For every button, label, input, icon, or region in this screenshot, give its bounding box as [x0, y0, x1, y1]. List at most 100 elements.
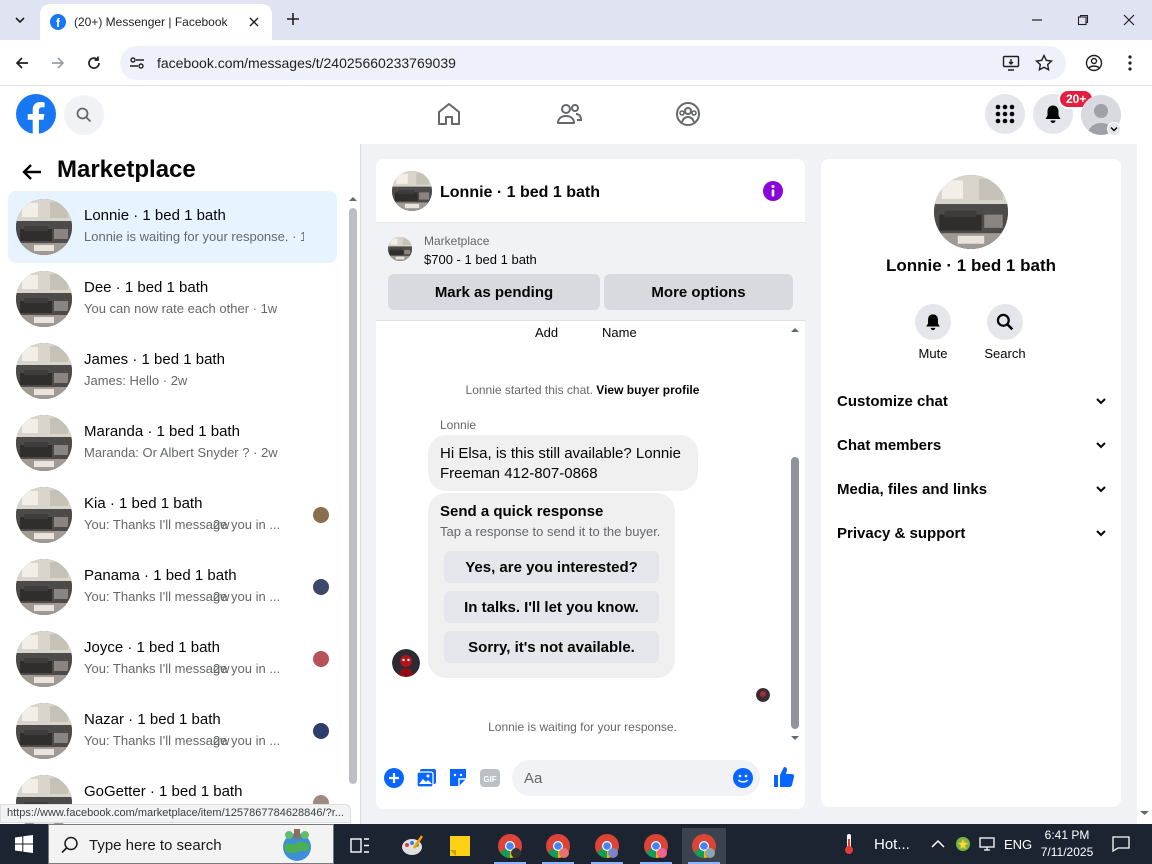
taskbar-search-box[interactable]: Type here to search — [48, 824, 334, 864]
clock-date: 7/11/2025 — [1040, 845, 1094, 859]
message-thread: Add Name Lonnie started this chat. View … — [376, 321, 805, 749]
quick-reply-not-available-button[interactable]: Sorry, it's not available. — [444, 631, 659, 663]
chat-header: Lonnie · 1 bed 1 bath — [376, 159, 805, 223]
chrome-profile-1-icon[interactable] — [488, 828, 532, 864]
add-plus-icon[interactable] — [383, 767, 405, 789]
profile-icon[interactable] — [1082, 51, 1106, 75]
thumbs-up-icon[interactable] — [772, 765, 796, 789]
info-icon[interactable] — [763, 181, 783, 201]
paint-app-icon[interactable] — [390, 828, 434, 864]
mark-as-pending-button[interactable]: Mark as pending — [388, 274, 600, 310]
address-bar[interactable]: facebook.com/messages/t/2402566023376903… — [120, 46, 1066, 80]
conversation-item[interactable]: Joyce · 1 bed 1 bath You: Thanks I'll mes… — [8, 623, 337, 695]
message-input[interactable] — [512, 760, 760, 796]
conversation-time: · 2w — [205, 589, 230, 604]
mute-action[interactable]: Mute — [903, 304, 963, 361]
back-arrow-icon[interactable] — [10, 51, 34, 75]
conversation-item[interactable]: Dee · 1 bed 1 bath You can now rate each … — [8, 263, 337, 335]
close-window-icon[interactable] — [1117, 8, 1141, 32]
preview-text: Lonnie is waiting for your response. · 1… — [84, 229, 304, 244]
listing-avatar[interactable] — [392, 171, 432, 211]
windows-start-icon[interactable] — [0, 824, 48, 864]
listing-title[interactable]: $700 - 1 bed 1 bath — [424, 252, 537, 267]
incoming-message-bubble[interactable]: Hi Elsa, is this still available? Lonnie… — [428, 435, 698, 491]
sender-avatar[interactable] — [392, 649, 420, 677]
chrome-active-window-icon[interactable] — [682, 828, 726, 864]
task-view-icon[interactable] — [338, 828, 382, 864]
new-tab-plus-icon[interactable] — [282, 8, 304, 30]
message-composer: GIF — [376, 757, 805, 801]
show-hidden-icons-chevron-icon[interactable] — [931, 824, 945, 864]
more-options-button[interactable]: More options — [604, 274, 793, 310]
gif-icon[interactable]: GIF — [479, 767, 501, 789]
menu-grid-icon[interactable] — [985, 94, 1025, 134]
chat-members-row[interactable]: Chat members — [837, 433, 1107, 457]
media-files-links-row[interactable]: Media, files and links — [837, 477, 1107, 501]
chrome-profile-2-icon[interactable] — [536, 828, 580, 864]
taskbar-clock[interactable]: 6:41 PM 7/11/2025 — [1032, 827, 1102, 861]
search-action[interactable]: Search — [975, 304, 1035, 361]
tab-search-chevron-icon[interactable] — [6, 8, 34, 32]
browser-menu-icon[interactable] — [1118, 51, 1142, 75]
home-icon[interactable] — [435, 100, 463, 128]
install-app-icon[interactable] — [1002, 54, 1020, 72]
search-icon[interactable] — [987, 304, 1023, 340]
photo-gallery-icon[interactable] — [416, 767, 438, 789]
listing-thumbnail[interactable] — [388, 237, 412, 261]
minimize-window-icon[interactable] — [1025, 8, 1049, 32]
back-arrow-icon[interactable] — [20, 160, 44, 184]
quick-reply-in-talks-button[interactable]: In talks. I'll let you know. — [444, 591, 659, 623]
chrome-profile-3-icon[interactable] — [585, 828, 629, 864]
notification-center-icon[interactable] — [1112, 824, 1130, 864]
chat-scrollbar[interactable] — [789, 325, 801, 745]
listing-thumbnail — [16, 487, 72, 543]
chat-title[interactable]: Lonnie · 1 bed 1 bath — [440, 184, 600, 202]
conversation-item[interactable]: Lonnie · 1 bed 1 bath Lonnie is waiting f… — [8, 191, 337, 263]
view-buyer-profile-link[interactable]: View buyer profile — [596, 383, 699, 397]
preview-text: James: Hello · 2w — [84, 373, 188, 388]
sender-name: Lonnie — [440, 418, 477, 432]
friends-icon[interactable] — [555, 100, 583, 128]
security-app-tray-icon[interactable] — [955, 824, 971, 864]
sidebar-scrollbar-thumb[interactable] — [349, 208, 357, 784]
chrome-profile-4-icon[interactable] — [634, 828, 678, 864]
chat-scrollbar-thumb[interactable] — [791, 457, 799, 729]
language-indicator[interactable]: ENG — [1004, 824, 1032, 864]
conversation-item[interactable]: Kia · 1 bed 1 bath You: Thanks I'll messa… — [8, 479, 337, 551]
conversation-preview: Lonnie is waiting for your response. · 1… — [84, 229, 304, 244]
site-info-icon[interactable] — [128, 54, 146, 72]
page-scrollbar[interactable] — [1137, 144, 1152, 824]
forward-arrow-icon[interactable] — [46, 51, 70, 75]
sticky-notes-icon[interactable] — [438, 828, 482, 864]
marketplace-conversation-sidebar: Marketplace Lonnie · 1 bed 1 bath Lonnie … — [0, 144, 361, 824]
listing-profile-photo[interactable] — [934, 175, 1008, 249]
facebook-logo-icon[interactable] — [16, 94, 56, 134]
sticker-icon[interactable] — [447, 767, 469, 789]
customize-chat-label: Customize chat — [837, 392, 948, 410]
sidebar-scrollbar[interactable] — [347, 192, 357, 824]
sidebar-title: Marketplace — [57, 156, 196, 183]
account-chevron-down-icon[interactable] — [1107, 122, 1121, 136]
restore-window-icon[interactable] — [1071, 8, 1095, 32]
conversation-item[interactable]: Maranda · 1 bed 1 bath Maranda: Or Albert… — [8, 407, 337, 479]
link-status-url: https://www.facebook.com/marketplace/ite… — [0, 804, 351, 823]
weather-widget[interactable]: Hot... — [842, 824, 910, 864]
bell-icon[interactable] — [915, 304, 951, 340]
listing-thumbnail — [16, 343, 72, 399]
listing-thumbnail — [16, 631, 72, 687]
conversation-item[interactable]: Nazar · 1 bed 1 bath You: Thanks I'll mes… — [8, 695, 337, 767]
privacy-support-row[interactable]: Privacy & support — [837, 521, 1107, 545]
groups-icon[interactable] — [674, 100, 702, 128]
network-icon[interactable] — [978, 824, 996, 864]
quick-response-title: Send a quick response — [440, 503, 604, 520]
reload-icon[interactable] — [82, 51, 106, 75]
customize-chat-row[interactable]: Customize chat — [837, 389, 1107, 413]
facebook-search-icon[interactable] — [64, 95, 104, 135]
conversation-item[interactable]: Panama · 1 bed 1 bath You: Thanks I'll me… — [8, 551, 337, 623]
quick-reply-yes-button[interactable]: Yes, are you interested? — [444, 551, 659, 583]
emoji-icon[interactable] — [732, 767, 754, 789]
conversation-item[interactable]: James · 1 bed 1 bath James: Hello · 2w — [8, 335, 337, 407]
bookmark-star-icon[interactable] — [1035, 54, 1053, 72]
close-tab-icon[interactable] — [246, 14, 262, 30]
browser-tab-active[interactable]: f (20+) Messenger | Facebook — [40, 4, 272, 40]
